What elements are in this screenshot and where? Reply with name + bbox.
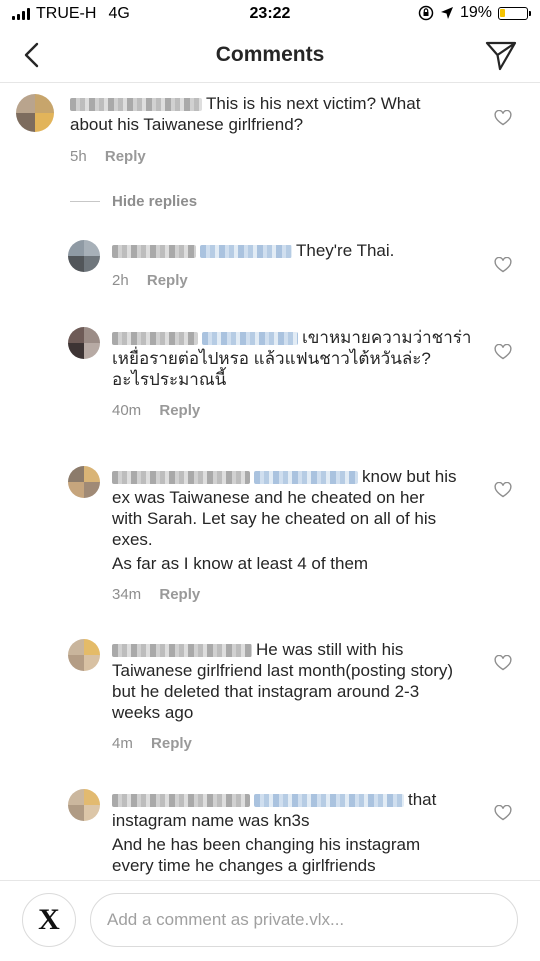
hide-replies-label: Hide replies <box>112 193 198 210</box>
reply-text-line: As far as I know at least 4 of them <box>112 554 369 573</box>
reply-text: know but his ex was Taiwanese and he che… <box>112 466 457 550</box>
heart-icon[interactable] <box>494 110 512 126</box>
header: Comments <box>0 30 540 83</box>
reply-button[interactable]: Reply <box>159 586 200 603</box>
hide-replies-toggle[interactable]: Hide replies <box>70 193 197 210</box>
avatar[interactable] <box>68 639 100 671</box>
divider-line <box>70 201 100 202</box>
paper-plane-icon[interactable] <box>484 38 518 72</box>
heart-icon[interactable] <box>494 344 512 360</box>
avatar[interactable] <box>68 327 100 359</box>
reply-text-line: And he has been changing his instagram e… <box>112 835 421 875</box>
own-avatar[interactable]: X <box>22 893 76 947</box>
blurred-username <box>112 471 250 485</box>
heart-icon[interactable] <box>494 655 512 671</box>
reply-time: 4m <box>112 735 133 752</box>
blurred-mention <box>200 245 292 259</box>
blurred-mention <box>254 794 404 808</box>
orientation-lock-icon <box>418 5 434 21</box>
reply-button[interactable]: Reply <box>105 148 146 165</box>
own-avatar-letter: X <box>38 903 60 936</box>
blurred-mention <box>254 471 358 485</box>
battery-icon <box>498 6 531 20</box>
reply-text: เขาหมายความว่าชาร่าเหยื่อรายต่อไปหรอ แล้… <box>112 327 472 390</box>
comment-input-bar: X <box>0 880 540 961</box>
reply-time: 2h <box>112 272 129 289</box>
status-bar: TRUE-H 4G 23:22 19% <box>0 0 540 30</box>
heart-icon[interactable] <box>494 257 512 273</box>
avatar[interactable] <box>68 789 100 821</box>
reply-time: 34m <box>112 586 142 603</box>
comment-time: 5h <box>70 148 87 165</box>
reply-text: They're Thai. <box>112 240 472 261</box>
blurred-username <box>112 245 196 259</box>
avatar[interactable] <box>68 466 100 498</box>
reply-meta: 34m Reply <box>112 586 457 603</box>
comment-text: This is his next victim? What about his … <box>70 93 460 135</box>
heart-icon[interactable] <box>494 482 512 498</box>
reply-meta: 4m Reply <box>112 735 457 752</box>
reply-text: He was still with his Taiwanese girlfrie… <box>112 639 457 723</box>
avatar[interactable] <box>16 94 54 132</box>
battery-percent: 19% <box>459 4 492 21</box>
reply-button[interactable]: Reply <box>147 272 188 289</box>
comment-meta: 5h Reply <box>70 148 460 165</box>
blurred-username <box>70 98 202 112</box>
reply-meta: 40m Reply <box>112 402 472 419</box>
reply-button[interactable]: Reply <box>159 402 200 419</box>
reply-meta: 2h Reply <box>112 272 472 289</box>
heart-icon[interactable] <box>494 805 512 821</box>
reply-text: that instagram name was kn3s <box>112 789 457 831</box>
blurred-username <box>112 644 252 658</box>
comment-input[interactable] <box>90 893 518 947</box>
battery-level <box>500 8 505 17</box>
avatar[interactable] <box>68 240 100 272</box>
blurred-username <box>112 794 250 808</box>
page-title: Comments <box>215 43 325 66</box>
reply-button[interactable]: Reply <box>151 735 192 752</box>
reply-body: They're Thai. <box>296 241 395 260</box>
status-right: 19% <box>418 4 531 22</box>
blurred-username <box>112 332 198 346</box>
location-arrow-icon <box>440 7 453 19</box>
reply-time: 40m <box>112 402 142 419</box>
blurred-mention <box>202 332 298 346</box>
